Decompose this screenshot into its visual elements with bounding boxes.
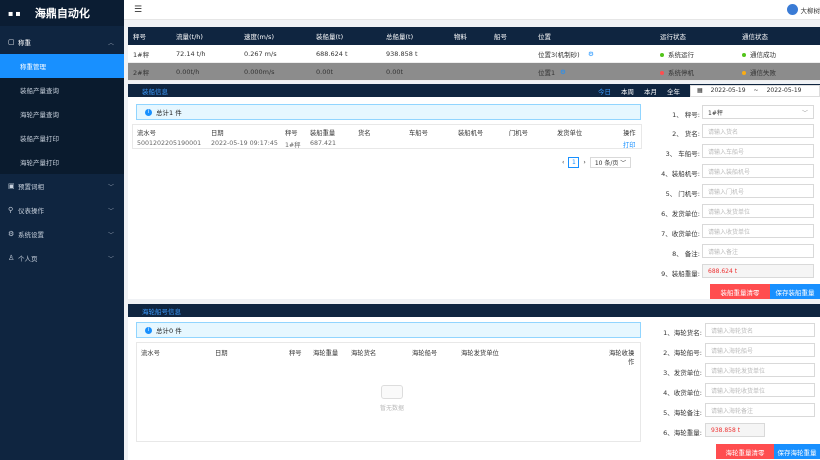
chevron-up-icon: ︿ [107, 39, 114, 47]
menu-weighing[interactable]: ▢ 称重 ︿ [0, 30, 124, 54]
gantry-number-input[interactable]: 请输入门机号 [702, 184, 814, 198]
avatar [786, 4, 798, 15]
chevron-down-icon: ﹀ [801, 109, 808, 117]
clear-ship-weight-button[interactable]: 海轮重量清零 [716, 444, 774, 459]
filter-today[interactable]: 今日 [598, 86, 611, 96]
topbar: ☰ 大柳树 [124, 0, 820, 20]
table-row[interactable]: 1#秤 72.14 t/h 0.267 m/s 688.624 t 938.85… [128, 45, 820, 63]
pagination: ‹ 1 › 10 条/页 ﹀ [562, 157, 632, 168]
scale-select[interactable]: 1#秤 ﹀ [702, 105, 814, 119]
ship-receiver-input[interactable]: 请输入海轮收货单位 [705, 383, 815, 397]
receiver-input[interactable]: 请输入收货单位 [702, 224, 814, 238]
loading-panel: 装船信息 今日 本周 本月 全年 ▦ 2022-05-19 ~ 2022-05-… [128, 84, 820, 299]
ship-weight-field: 938.858 t [705, 423, 765, 437]
menu-loading-print[interactable]: 装船产量打印 [0, 126, 124, 150]
folder-icon: ▣ [8, 182, 15, 190]
status-dot [742, 52, 746, 57]
goods-name-input[interactable]: 请输入货名 [702, 124, 814, 138]
info-icon: i [145, 326, 152, 334]
menu-instrument[interactable]: ⚲ 仪表操作 ﹀ [0, 198, 124, 222]
tab-loading-info[interactable]: 装船信息 [142, 86, 168, 96]
menu-ship-query[interactable]: 海轮产量查询 [0, 102, 124, 126]
scale-status-table: 秤号 流量(t/h) 速度(m/s) 装船量(t) 总船量(t) 物料 船号 位… [128, 27, 820, 81]
wrench-icon: ⚲ [8, 206, 14, 214]
menu-settings[interactable]: ⚙ 系统设置 ﹀ [0, 222, 124, 246]
page-size-select[interactable]: 10 条/页 ﹀ [589, 157, 632, 168]
vehicle-ship-input[interactable]: 请输入车船号 [702, 144, 814, 158]
user-icon: ♙ [8, 254, 15, 262]
summary-alert: i 总计0 件 [136, 322, 641, 338]
loading-weight-field: 688.624 t [702, 264, 814, 278]
menu-profile[interactable]: ♙ 个人页 ﹀ [0, 246, 124, 270]
page-number[interactable]: 1 [568, 157, 580, 168]
save-loading-weight-button[interactable]: 保存装船重量 [770, 284, 820, 299]
filter-week[interactable]: 本周 [621, 86, 634, 96]
filter-month[interactable]: 本月 [644, 86, 657, 96]
ship-panel: 海轮船号信息 i 总计0 件 流水号 日期 秤号 海轮重量 海轮货名 海轮船号 … [128, 304, 820, 460]
settings-icon[interactable]: ⚙ [560, 68, 566, 76]
gear-icon: ⚙ [8, 230, 15, 238]
app-logo: ▪▪ 海鼎自动化 [0, 0, 124, 26]
ship-goods-input[interactable]: 请输入海轮货名 [705, 323, 815, 337]
chevron-down-icon: ﹀ [107, 183, 114, 191]
app-title: 海鼎自动化 [34, 7, 90, 20]
empty-state: 暂无数据 [357, 385, 427, 412]
status-dot [742, 70, 746, 75]
logo-icon: ▪▪ [8, 8, 23, 18]
menu-icon: ▢ [8, 38, 15, 46]
save-ship-weight-button[interactable]: 保存海轮重量 [774, 444, 820, 459]
ship-remark-input[interactable]: 请输入海轮备注 [705, 403, 815, 417]
next-page-icon[interactable]: › [583, 159, 585, 166]
ship-grid: 流水号 日期 秤号 海轮重量 海轮货名 海轮船号 海轮发货单位 海轮收 操作 暂… [136, 342, 641, 442]
chevron-down-icon: ﹀ [107, 231, 114, 239]
shipper-input[interactable]: 请输入发货单位 [702, 204, 814, 218]
tab-ship-info[interactable]: 海轮船号信息 [142, 306, 181, 316]
sidebar: ▪▪ 海鼎自动化 ▢ 称重 ︿ 称重管理 装船产量查询 海轮产量查询 装船产量打印 … [0, 0, 124, 460]
ship-shipper-input[interactable]: 请输入海轮发货单位 [705, 363, 815, 377]
loader-number-input[interactable]: 请输入装船机号 [702, 164, 814, 178]
settings-icon[interactable]: ⚙ [588, 50, 594, 58]
menu-weighing-management[interactable]: 称重管理 [0, 54, 124, 78]
prev-page-icon[interactable]: ‹ [562, 159, 564, 166]
summary-alert: i 总计1 件 [136, 104, 641, 120]
menu-loading-query[interactable]: 装船产量查询 [0, 78, 124, 102]
clear-loading-weight-button[interactable]: 装船重量清零 [710, 284, 770, 299]
ship-number-input[interactable]: 请输入海轮船号 [705, 343, 815, 357]
empty-box-icon [381, 385, 403, 399]
user-menu[interactable]: 大柳树 [786, 4, 820, 15]
date-range-picker[interactable]: ▦ 2022-05-19 ~ 2022-05-19 [690, 84, 820, 97]
calendar-icon: ▦ [697, 87, 703, 94]
status-dot [660, 52, 664, 57]
user-name: 大柳树 [800, 6, 820, 15]
filter-year[interactable]: 全年 [667, 86, 680, 96]
table-header: 秤号 流量(t/h) 速度(m/s) 装船量(t) 总船量(t) 物料 船号 位… [128, 27, 820, 45]
menu-toggle-icon[interactable]: ☰ [134, 5, 142, 15]
chevron-down-icon: ﹀ [107, 207, 114, 215]
print-link[interactable]: 打印 [623, 140, 636, 149]
menu-presets[interactable]: ▣ 预置词相 ﹀ [0, 174, 124, 198]
panel-tab-bar: 海轮船号信息 [128, 304, 820, 317]
menu-ship-print[interactable]: 海轮产量打印 [0, 150, 124, 174]
info-icon: i [145, 108, 152, 116]
loading-grid: 流水号 日期 秤号 装船重量 货名 车船号 装船机号 门机号 发货单位 操作 5… [132, 124, 642, 149]
chevron-down-icon: ﹀ [107, 255, 114, 263]
status-dot [660, 70, 664, 75]
panel-tab-bar: 装船信息 今日 本周 本月 全年 ▦ 2022-05-19 ~ 2022-05-… [128, 84, 820, 97]
table-row[interactable]: 2#秤 0.00t/h 0.000m/s 0.00t 0.00t 位置1 ⚙ 系… [128, 63, 820, 81]
remark-input[interactable]: 请输入备注 [702, 244, 814, 258]
